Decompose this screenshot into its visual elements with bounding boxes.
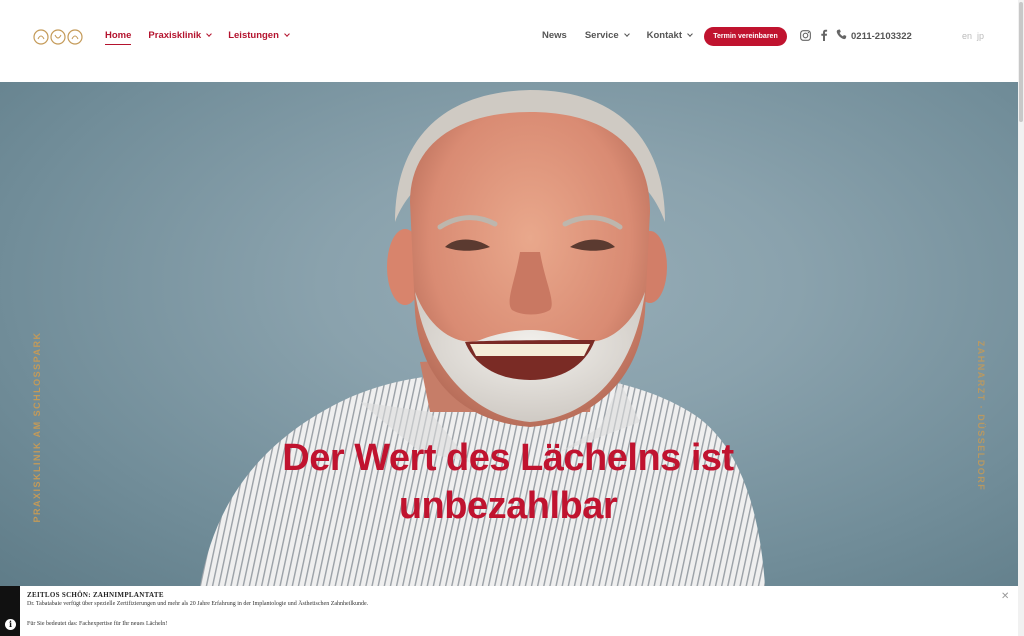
info-banner-text-2: Für Sie bedeutet das: Fachexpertise für … bbox=[27, 621, 168, 627]
nav-praxisklinik[interactable]: Praxisklinik bbox=[148, 30, 213, 44]
nav-kontakt[interactable]: Kontakt bbox=[647, 30, 693, 41]
lang-en[interactable]: en bbox=[962, 31, 972, 41]
book-appointment-button[interactable]: Termin vereinbaren bbox=[704, 27, 787, 46]
hero-section: PRAXISKLINIK AM SCHLOSSPARK ZAHNARZT · D… bbox=[0, 82, 1018, 586]
info-banner-text: Dr. Tabatabaie verfügt über spezielle Ze… bbox=[27, 601, 369, 607]
logo[interactable] bbox=[33, 27, 83, 47]
chevron-down-icon bbox=[687, 31, 693, 37]
info-banner-title: ZEITLOS SCHÖN: ZAHNIMPLANTATE bbox=[27, 591, 164, 599]
nav-leistungen[interactable]: Leistungen bbox=[228, 30, 290, 44]
language-switcher: en jp bbox=[962, 31, 984, 41]
instagram-icon[interactable] bbox=[800, 30, 811, 41]
chevron-down-icon bbox=[284, 31, 290, 37]
hero-headline: Der Wert des Lächelns ist unbezahlbar bbox=[282, 437, 734, 527]
main-nav-left: Home Praxisklinik Leistungen bbox=[105, 30, 290, 45]
facebook-icon[interactable] bbox=[820, 29, 828, 41]
chevron-down-icon bbox=[623, 31, 630, 37]
info-icon[interactable]: i bbox=[5, 619, 16, 630]
chevron-down-icon bbox=[206, 31, 213, 37]
phone-icon bbox=[836, 29, 847, 40]
page-scrollbar[interactable] bbox=[1018, 0, 1024, 636]
nav-news[interactable]: News bbox=[542, 30, 567, 41]
main-nav-right: News Service Kontakt bbox=[542, 30, 693, 41]
scrollbar-thumb[interactable] bbox=[1019, 2, 1023, 122]
close-icon[interactable]: ✕ bbox=[1001, 591, 1009, 602]
nav-home[interactable]: Home bbox=[105, 30, 132, 45]
phone-number[interactable]: 0211-2103322 bbox=[851, 31, 912, 42]
side-label-left: PRAXISKLINIK AM SCHLOSSPARK bbox=[32, 331, 42, 523]
nav-service[interactable]: Service bbox=[585, 30, 630, 41]
side-label-right: ZAHNARZT · DÜSSELDORF bbox=[976, 340, 986, 492]
site-header: Home Praxisklinik Leistungen News Servic… bbox=[0, 0, 1018, 82]
lang-jp[interactable]: jp bbox=[977, 31, 984, 41]
